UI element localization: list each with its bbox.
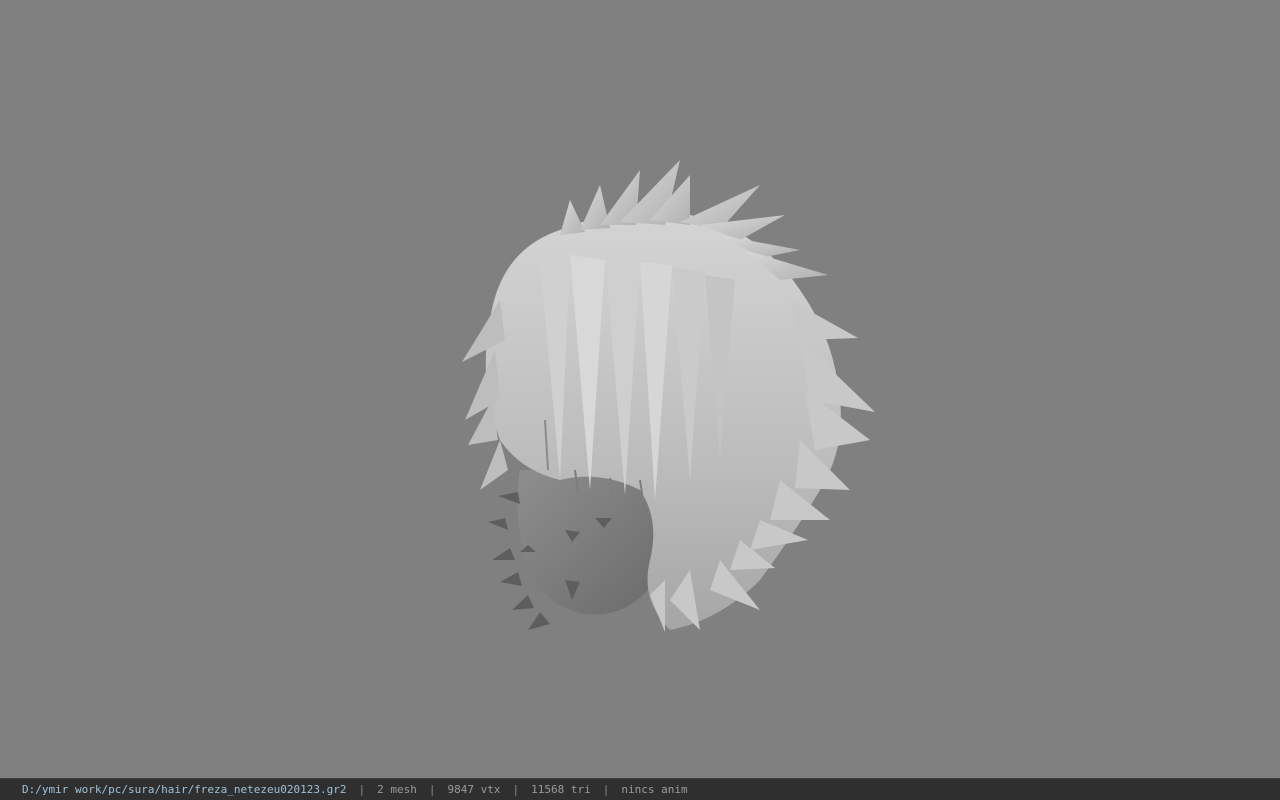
triangle-count-text: 11568 tri: [531, 783, 591, 796]
mesh-count-text: 2 mesh: [377, 783, 417, 796]
vertex-count-text: 9847 vtx: [447, 783, 501, 796]
status-separator: |: [602, 783, 610, 796]
status-separator: |: [358, 783, 366, 796]
status-separator: |: [428, 783, 436, 796]
3d-viewport[interactable]: [0, 0, 1280, 778]
status-bar: D:/ymir work/pc/sura/hair/freza_netezeu0…: [0, 778, 1280, 800]
anim-status-text: nincs anim: [621, 783, 688, 796]
file-path-text: D:/ymir work/pc/sura/hair/freza_netezeu0…: [22, 783, 347, 796]
hair-model-render: [462, 160, 875, 632]
status-separator: |: [512, 783, 520, 796]
